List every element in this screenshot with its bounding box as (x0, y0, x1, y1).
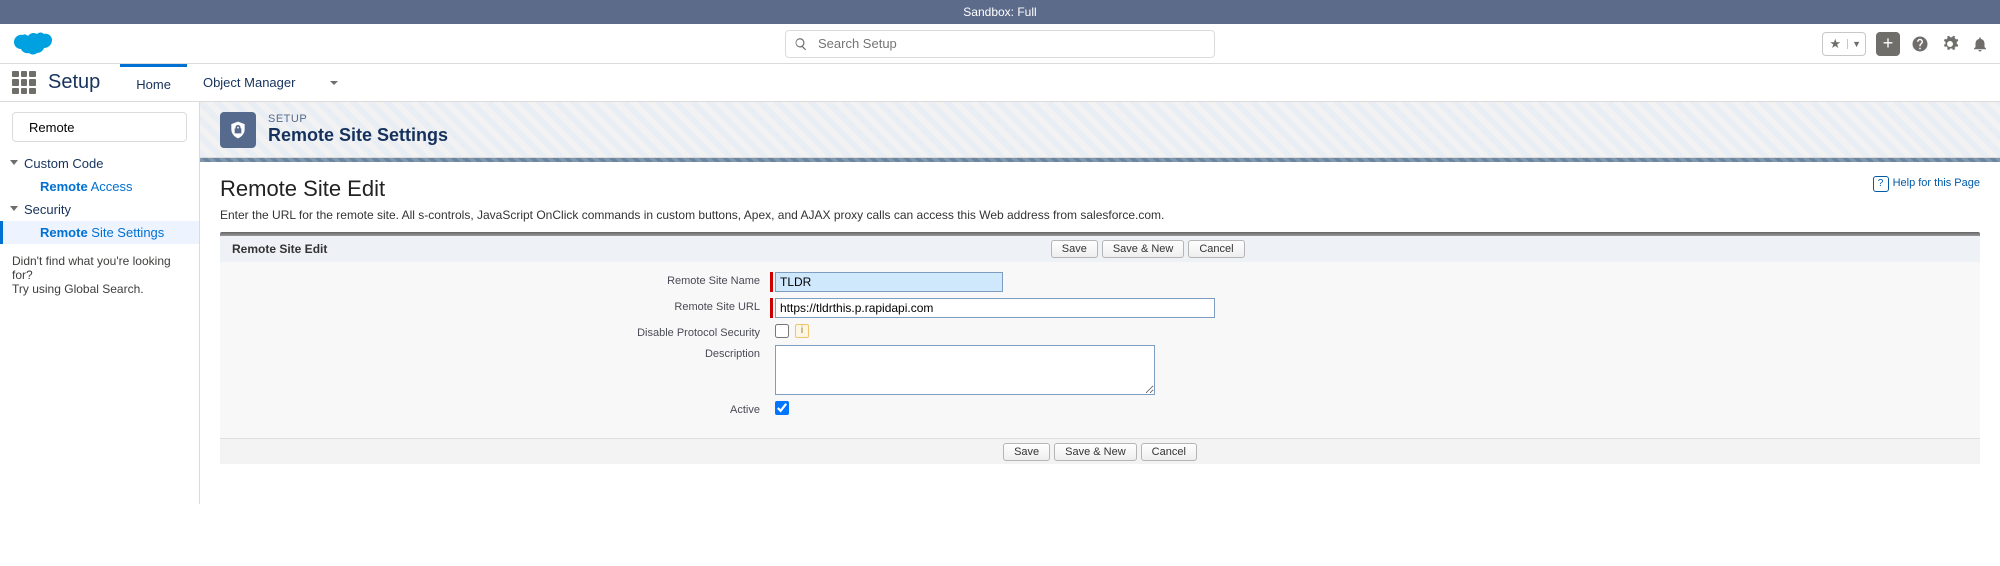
sidebar-item-remote-access[interactable]: Remote Access (0, 175, 199, 198)
sandbox-banner: Sandbox: Full (0, 0, 2000, 24)
sidebar-help-text: Didn't find what you're looking for?Try … (0, 244, 199, 306)
section-header: Remote Site Edit Save Save & New Cancel (220, 236, 1980, 262)
required-indicator (770, 272, 773, 292)
page-title: Remote Site Settings (268, 125, 448, 146)
content-area: SETUP Remote Site Settings Help for this… (200, 102, 2000, 504)
global-header: ★▼ + (0, 24, 2000, 64)
disable-protocol-security-checkbox[interactable] (775, 324, 789, 338)
description-textarea[interactable] (775, 345, 1155, 395)
setup-sidebar: Custom Code Remote Access Security Remot… (0, 102, 200, 504)
label-disable-protocol-security: Disable Protocol Security (220, 324, 770, 339)
page-header: SETUP Remote Site Settings (200, 102, 2000, 158)
header-utility-icons: ★▼ + (1822, 32, 1990, 56)
star-icon: ★ (1823, 36, 1847, 52)
bottom-button-row: Save Save & New Cancel (220, 438, 1980, 464)
favorites-button[interactable]: ★▼ (1822, 32, 1866, 56)
save-button[interactable]: Save (1003, 443, 1050, 461)
page-eyebrow: SETUP (268, 113, 448, 125)
save-button[interactable]: Save (1051, 240, 1098, 258)
save-and-new-button[interactable]: Save & New (1102, 240, 1185, 258)
tab-object-manager[interactable]: Object Manager (187, 64, 312, 102)
remote-site-name-input[interactable] (775, 272, 1003, 292)
plus-icon: + (1883, 33, 1894, 54)
shield-icon (228, 120, 248, 140)
tab-overflow[interactable] (311, 64, 355, 102)
form-area: Remote Site Name Remote Site URL Disable… (220, 262, 1980, 438)
sidebar-search[interactable] (12, 112, 187, 142)
intro-text: Enter the URL for the remote site. All s… (220, 208, 1980, 222)
sidebar-group-custom-code[interactable]: Custom Code (0, 152, 199, 175)
sidebar-group-security[interactable]: Security (0, 198, 199, 221)
app-launcher-button[interactable] (12, 71, 36, 95)
page-header-icon (220, 112, 256, 148)
remote-site-url-input[interactable] (775, 298, 1215, 318)
question-icon (1911, 35, 1929, 53)
classic-region: Help for this Page Remote Site Edit Ente… (200, 162, 2000, 504)
chevron-down-icon (329, 78, 339, 88)
top-button-row: Save Save & New Cancel (327, 240, 1968, 258)
label-description: Description (220, 345, 770, 360)
classic-page-title: Remote Site Edit (220, 176, 1980, 202)
label-remote-site-url: Remote Site URL (220, 298, 770, 313)
info-icon[interactable]: i (795, 324, 809, 338)
nav-app-title: Setup (48, 71, 100, 94)
active-checkbox[interactable] (775, 401, 789, 415)
section-title: Remote Site Edit (232, 242, 327, 256)
bell-icon (1971, 35, 1989, 53)
required-indicator (770, 298, 773, 318)
save-and-new-button[interactable]: Save & New (1054, 443, 1137, 461)
setup-nav-bar: Setup Home Object Manager (0, 64, 2000, 102)
salesforce-logo-icon (10, 29, 54, 59)
chevron-down-icon: ▼ (1847, 39, 1865, 49)
global-search-input[interactable] (808, 36, 1206, 51)
global-create-button[interactable]: + (1876, 32, 1900, 56)
tab-home[interactable]: Home (120, 64, 187, 102)
sidebar-search-input[interactable] (21, 120, 205, 135)
global-search[interactable] (785, 30, 1215, 58)
cancel-button[interactable]: Cancel (1141, 443, 1197, 461)
search-icon (794, 37, 808, 51)
gear-icon (1941, 35, 1959, 53)
cancel-button[interactable]: Cancel (1188, 240, 1244, 258)
label-active: Active (220, 401, 770, 416)
label-remote-site-name: Remote Site Name (220, 272, 770, 287)
notifications-button[interactable] (1970, 34, 1990, 54)
setup-gear-button[interactable] (1940, 34, 1960, 54)
help-button[interactable] (1910, 34, 1930, 54)
sidebar-item-remote-site-settings[interactable]: Remote Site Settings (0, 221, 199, 244)
help-for-page-link[interactable]: Help for this Page (1873, 176, 1980, 192)
